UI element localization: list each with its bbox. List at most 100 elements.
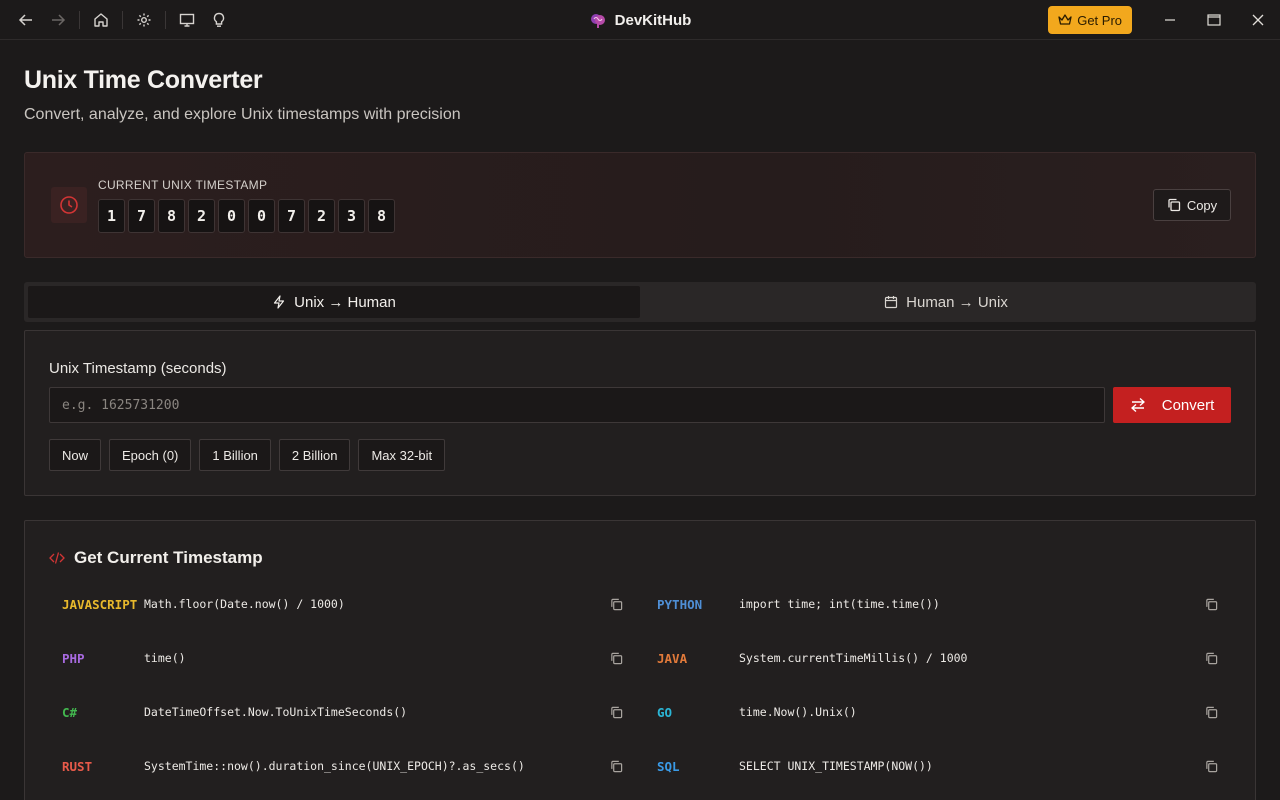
snippet-row: JAVA System.currentTimeMillis() / 1000 (657, 631, 1227, 685)
copy-label: Copy (1186, 197, 1218, 213)
snippet-row: PYTHON import time; int(time.time()) (657, 577, 1227, 631)
preset-buttons: Now Epoch (0) 1 Billion 2 Billion Max 32… (49, 439, 446, 471)
timestamp-digit: 0 (218, 199, 245, 233)
display-button[interactable] (176, 9, 198, 31)
timestamp-digit: 1 (98, 199, 125, 233)
snippet-language: GO (657, 704, 673, 720)
toolbar-divider (79, 10, 80, 29)
minimize-button[interactable] (1148, 0, 1192, 40)
app-name: DevKitHub (614, 11, 692, 29)
tab-label: Human → Unix (906, 293, 1008, 311)
arrow-right-icon (52, 13, 66, 26)
preset-max-32-bit-button[interactable]: Max 32-bit (358, 439, 446, 471)
copy-snippet-button[interactable] (606, 648, 626, 668)
copy-snippet-button[interactable] (1201, 756, 1221, 776)
maximize-button[interactable] (1192, 0, 1236, 40)
swap-icon (1131, 397, 1145, 413)
gear-icon (137, 13, 151, 26)
snippet-code: import time; int(time.time()) (739, 597, 940, 611)
snippet-row: C# DateTimeOffset.Now.ToUnixTimeSeconds() (62, 685, 632, 739)
snippets-title: Get Current Timestamp (74, 548, 263, 567)
snippet-row: SQL SELECT UNIX_TIMESTAMP(NOW()) (657, 739, 1227, 793)
snippets-heading: Get Current Timestamp (49, 548, 263, 568)
arrow-left-icon (18, 13, 32, 26)
minimize-icon (1165, 19, 1175, 21)
copy-timestamp-button[interactable]: Copy (1153, 189, 1231, 221)
convert-label: Convert (1161, 396, 1215, 414)
toolbar-divider (165, 10, 166, 29)
copy-snippet-button[interactable] (1201, 648, 1221, 668)
copy-snippet-button[interactable] (1201, 594, 1221, 614)
toolbar-divider (122, 10, 123, 29)
snippet-row: JAVASCRIPT Math.floor(Date.now() / 1000) (62, 577, 632, 631)
snippet-row: PHP time() (62, 631, 632, 685)
snippet-row: RUST SystemTime::now().duration_since(UNI… (62, 739, 632, 793)
snippet-code: SystemTime::now().duration_since(UNIX_EP… (144, 759, 525, 773)
crown-icon (1058, 14, 1072, 25)
copy-snippet-button[interactable] (606, 702, 626, 722)
back-button[interactable] (15, 9, 37, 31)
tab-unix-to-human[interactable]: Unix → Human (28, 286, 640, 318)
monitor-icon (179, 13, 195, 27)
close-button[interactable] (1236, 0, 1280, 40)
convert-button[interactable]: Convert (1113, 387, 1231, 423)
window-controls: Get Pro (1048, 0, 1280, 40)
clock-icon (60, 196, 78, 214)
home-icon (94, 12, 108, 27)
timestamp-input[interactable] (49, 387, 1105, 423)
close-icon (1252, 14, 1264, 26)
preset-1-billion-button[interactable]: 1 Billion (199, 439, 271, 471)
tips-button[interactable] (208, 9, 230, 31)
tab-label: Unix → Human (294, 293, 396, 311)
app-brand: DevKitHub (589, 11, 692, 29)
timestamp-digits: 1 7 8 2 0 0 7 2 3 8 (98, 199, 395, 233)
page-title: Unix Time Converter (24, 66, 263, 94)
timestamp-digit: 8 (368, 199, 395, 233)
lightning-icon (274, 295, 285, 309)
snippet-row: GO time.Now().Unix() (657, 685, 1227, 739)
timestamp-digit: 2 (308, 199, 335, 233)
preset-epoch-button[interactable]: Epoch (0) (109, 439, 192, 471)
nav-toolbar (0, 0, 235, 40)
clock-icon-badge (51, 187, 87, 223)
settings-button[interactable] (133, 9, 155, 31)
copy-snippet-button[interactable] (1201, 702, 1221, 722)
converter-tabs: Unix → Human Human → Unix (24, 282, 1256, 322)
snippet-language: SQL (657, 758, 680, 774)
copy-icon (610, 706, 622, 718)
current-timestamp-card: CURRENT UNIX TIMESTAMP 1 7 8 2 0 0 7 2 3… (24, 152, 1256, 258)
snippet-code: DateTimeOffset.Now.ToUnixTimeSeconds() (144, 705, 408, 719)
copy-icon (610, 652, 622, 664)
copy-icon (1205, 760, 1217, 772)
timestamp-digit: 7 (278, 199, 305, 233)
snippet-code: SELECT UNIX_TIMESTAMP(NOW()) (739, 759, 933, 773)
snippet-language: C# (62, 704, 78, 720)
preset-2-billion-button[interactable]: 2 Billion (278, 439, 351, 471)
home-button[interactable] (90, 9, 112, 31)
snippet-language: JAVA (657, 650, 688, 666)
copy-snippet-button[interactable] (606, 756, 626, 776)
timestamp-digit: 7 (128, 199, 155, 233)
forward-button[interactable] (47, 9, 69, 31)
converter-panel: Unix Timestamp (seconds) Convert Now Epo… (24, 330, 1256, 496)
title-bar: DevKitHub Get Pro (0, 0, 1280, 40)
code-icon (49, 552, 65, 564)
preset-now-button[interactable]: Now (49, 439, 102, 471)
snippet-code: time.Now().Unix() (739, 705, 857, 719)
copy-snippet-button[interactable] (606, 594, 626, 614)
snippet-code: time() (144, 651, 186, 665)
copy-icon (1205, 652, 1217, 664)
timestamp-digit: 2 (188, 199, 215, 233)
copy-icon (1168, 198, 1180, 212)
copy-icon (1205, 598, 1217, 610)
snippet-code: Math.floor(Date.now() / 1000) (144, 597, 345, 611)
current-timestamp-label: CURRENT UNIX TIMESTAMP (98, 178, 268, 192)
timestamp-digit: 3 (338, 199, 365, 233)
snippet-code: System.currentTimeMillis() / 1000 (739, 651, 968, 665)
timestamp-digit: 8 (158, 199, 185, 233)
get-pro-button[interactable]: Get Pro (1048, 6, 1132, 34)
snippet-language: RUST (62, 758, 93, 774)
snippet-language: JAVASCRIPT (62, 596, 138, 612)
code-snippets-panel: Get Current Timestamp JAVASCRIPT Math.flo… (24, 520, 1256, 800)
tab-human-to-unix[interactable]: Human → Unix (640, 286, 1252, 318)
